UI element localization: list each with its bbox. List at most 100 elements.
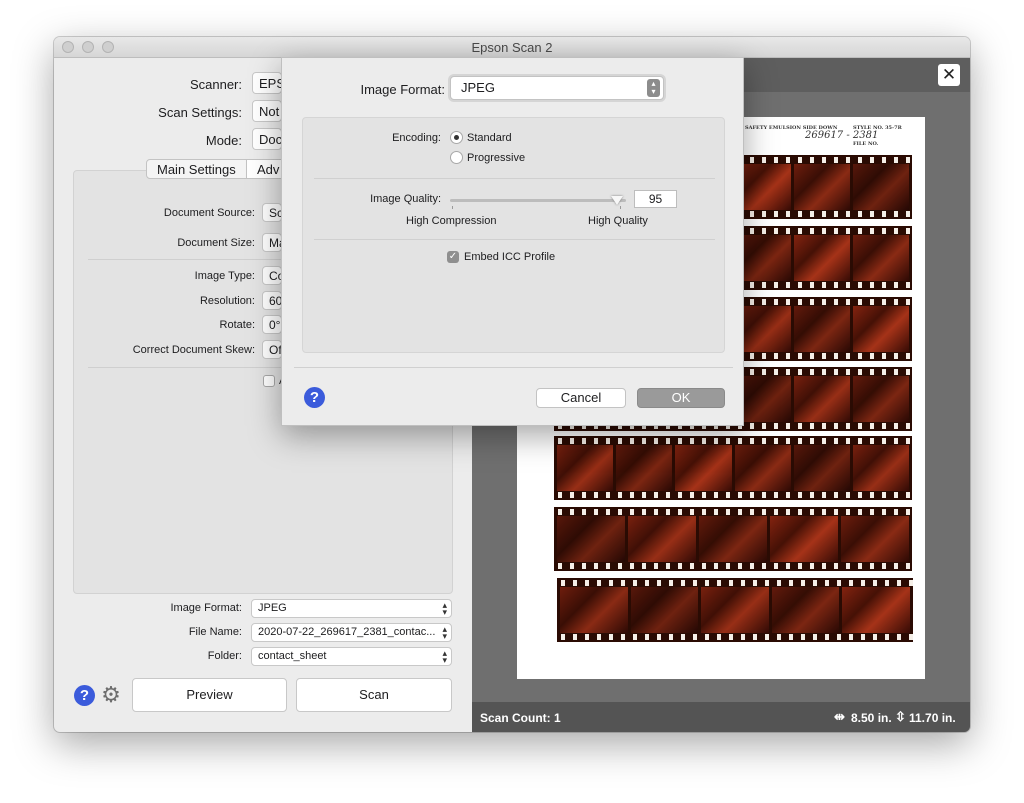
document-size-select[interactable]: Ma (262, 233, 282, 252)
image-quality-label: Image Quality: (370, 193, 441, 205)
folder-value: contact_sheet (258, 650, 327, 662)
film-frame (699, 516, 767, 562)
sprocket-holes (554, 509, 912, 515)
film-frame (793, 306, 850, 352)
title-bar: Epson Scan 2 (54, 37, 970, 58)
image-quality-slider-thumb[interactable] (611, 196, 624, 205)
encoding-progressive-label: Progressive (467, 152, 526, 164)
high-quality-label: High Quality (588, 215, 648, 227)
document-source-select[interactable]: Sc (262, 203, 282, 222)
rotate-label: Rotate: (219, 319, 255, 331)
file-name-label: File Name: (188, 626, 242, 638)
sprocket-holes (554, 563, 912, 569)
film-frames (554, 445, 912, 491)
chevron-updown-icon: ▴ ▾ (442, 648, 447, 665)
divider (294, 367, 733, 368)
embed-icc-label: Embed ICC Profile (464, 251, 556, 263)
scan-settings-select[interactable]: Not (252, 100, 282, 122)
mode-select[interactable]: Doc (252, 128, 282, 150)
encoding-standard-label: Standard (467, 132, 512, 144)
film-frame (793, 235, 850, 281)
film-frame (852, 164, 910, 210)
film-strip (557, 578, 913, 642)
preview-button[interactable]: Preview (132, 678, 287, 712)
divider (314, 178, 715, 179)
slider-tick (452, 206, 453, 209)
film-frame (770, 516, 838, 562)
scan-count: Scan Count: 1 (480, 711, 561, 725)
tab-advanced-settings[interactable]: Adv (247, 159, 282, 179)
dialog-image-format-value: JPEG (461, 80, 495, 95)
image-quality-field[interactable]: 95 (634, 190, 677, 208)
rotate-select[interactable]: 0° (262, 315, 282, 334)
film-frame (852, 376, 910, 422)
film-frame (557, 445, 614, 491)
close-preview-icon[interactable]: ✕ (938, 64, 960, 86)
film-frame (852, 235, 910, 281)
image-format-value: JPEG (258, 602, 287, 614)
image-format-label: Image Format: (170, 602, 242, 614)
film-frame (616, 445, 673, 491)
correct-skew-select[interactable]: Of (262, 340, 282, 359)
dialog-help-icon[interactable]: ? (304, 387, 325, 408)
resolution-select[interactable]: 60 (262, 291, 282, 310)
sprocket-holes (557, 580, 913, 586)
slider-tick (620, 206, 621, 209)
tab-main-settings[interactable]: Main Settings (146, 159, 247, 179)
film-frame (793, 376, 850, 422)
image-quality-slider[interactable] (450, 199, 626, 202)
embed-icc-checkbox[interactable]: ✓ (447, 251, 459, 263)
film-frame (628, 516, 696, 562)
scanner-label: Scanner: (189, 77, 242, 92)
gear-icon[interactable]: ⚙ (100, 684, 122, 706)
film-frame (630, 587, 699, 633)
window-title: Epson Scan 2 (471, 40, 553, 55)
ok-button[interactable]: OK (637, 388, 725, 408)
document-size-label: Document Size: (177, 237, 255, 249)
folder-select[interactable]: contact_sheet ▴ ▾ (251, 647, 452, 666)
chevron-updown-icon: ▴ ▾ (647, 79, 660, 97)
width-value: 8.50 in. (851, 711, 892, 725)
divider (88, 367, 282, 368)
film-frames (554, 516, 912, 562)
option-checkbox[interactable] (263, 375, 275, 387)
mode-label: Mode: (205, 133, 242, 148)
image-format-select[interactable]: JPEG ▴ ▾ (251, 599, 452, 618)
film-frame (560, 587, 628, 633)
divider (314, 239, 715, 240)
dialog-image-format-label: Image Format: (360, 82, 445, 97)
film-strip (554, 507, 912, 571)
film-frame (852, 306, 910, 352)
file-name-select[interactable]: 2020-07-22_269617_2381_contac... ▴ ▾ (251, 623, 452, 642)
sprocket-holes (554, 438, 912, 444)
cancel-button[interactable]: Cancel (536, 388, 626, 408)
chevron-updown-icon: ▴ ▾ (442, 624, 447, 641)
dialog-image-format-select[interactable]: JPEG ▴ ▾ (450, 76, 664, 100)
scan-settings-label: Scan Settings: (158, 105, 242, 120)
file-name-value: 2020-07-22_269617_2381_contac... (258, 626, 436, 638)
film-frame (675, 445, 732, 491)
film-frame (841, 516, 909, 562)
encoding-progressive-radio[interactable] (450, 151, 463, 164)
help-icon[interactable]: ? (74, 685, 95, 706)
scanner-select[interactable]: EPS (252, 72, 282, 94)
status-bar: Scan Count: 1 ⇹ 8.50 in. ⇳ 11.70 in. (472, 702, 970, 732)
film-frame (842, 587, 910, 633)
divider (88, 259, 282, 260)
sheet-file-text: FILE NO. (853, 141, 879, 147)
film-frames (557, 587, 913, 633)
film-frame (852, 445, 910, 491)
encoding-label: Encoding: (392, 132, 441, 144)
high-compression-label: High Compression (406, 215, 497, 227)
chevron-updown-icon: ▴ ▾ (442, 600, 447, 617)
image-type-label: Image Type: (194, 270, 255, 282)
film-frame (701, 587, 769, 633)
encoding-standard-radio[interactable] (450, 131, 463, 144)
height-value: 11.70 in. (909, 711, 956, 725)
handwritten-number: 269617 - 2381 (805, 130, 879, 141)
film-frame (771, 587, 840, 633)
scan-button[interactable]: Scan (296, 678, 452, 712)
sprocket-holes (554, 492, 912, 498)
height-icon: ⇳ (895, 709, 906, 724)
image-type-select[interactable]: Co (262, 266, 282, 285)
